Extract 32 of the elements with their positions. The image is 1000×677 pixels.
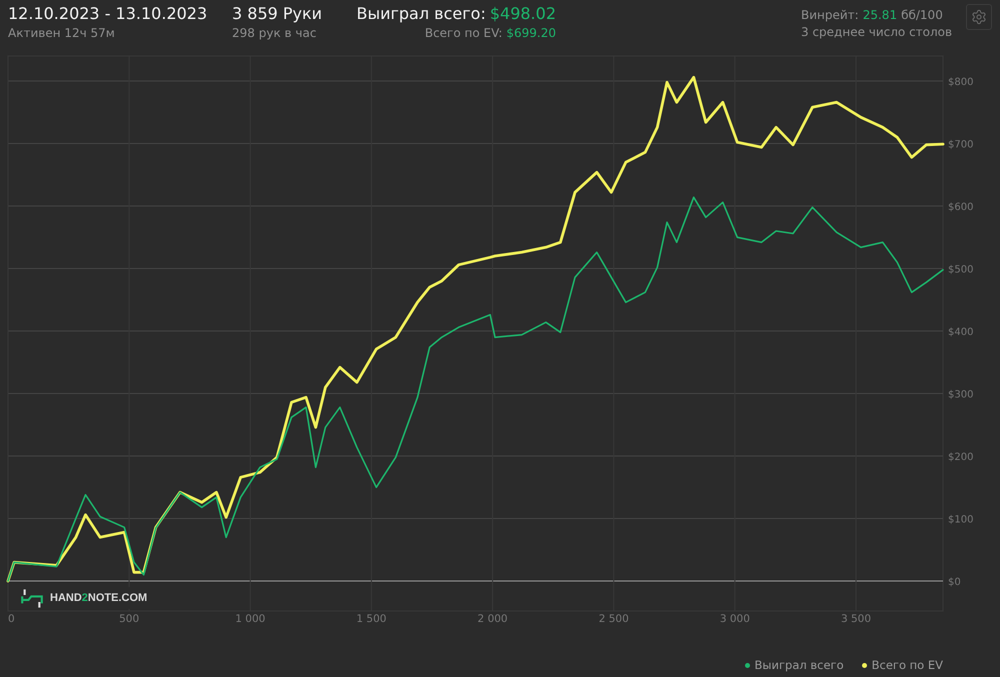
x-tick-label: 3 000 (720, 613, 750, 624)
winrate-value: 25.81 (862, 8, 898, 22)
y-tick-label: $0 (948, 577, 961, 588)
y-tick-label: $700 (948, 140, 974, 150)
y-tick-label: $300 (948, 390, 974, 400)
legend-item[interactable]: Выиграл всего (744, 658, 844, 672)
x-tick-label: 3 500 (840, 613, 872, 624)
y-tick-label: $500 (948, 264, 974, 276)
y-tick-label: $200 (948, 452, 974, 463)
x-tick-label: 500 (119, 613, 140, 624)
active-time: Активен 12ч 57м (8, 26, 115, 40)
hands-per-hour: 298 рук в час (232, 26, 316, 40)
hands-count: 3 859 Руки (232, 4, 322, 23)
y-tick-label: $800 (948, 77, 974, 88)
winrate-unit: бб/100 (901, 8, 943, 22)
average-tables: 3 среднее число столов (801, 25, 952, 39)
x-tick-label: 2 500 (598, 613, 629, 624)
won-value: $498.02 (490, 4, 556, 23)
y-tick-label: $100 (948, 514, 974, 526)
x-tick-label: 0 (8, 613, 15, 624)
winrate-label: Винрейт: (801, 8, 859, 22)
x-tick-label: 2 000 (478, 613, 508, 624)
y-tick-label: $600 (948, 202, 974, 213)
date-range: 12.10.2023 - 13.10.2023 (8, 4, 208, 23)
y-tick-label: $400 (948, 327, 974, 338)
x-tick-label: 1 000 (235, 613, 266, 624)
legend-item[interactable]: Всего по EV (862, 658, 943, 672)
won-label: Выиграл всего: (356, 4, 486, 23)
ev-value: $699.20 (506, 26, 556, 40)
logo-text: HAND2NOTE.COM (50, 592, 148, 604)
x-tick-label: 1 500 (356, 613, 386, 624)
ev-label: Всего по EV: (424, 26, 502, 40)
